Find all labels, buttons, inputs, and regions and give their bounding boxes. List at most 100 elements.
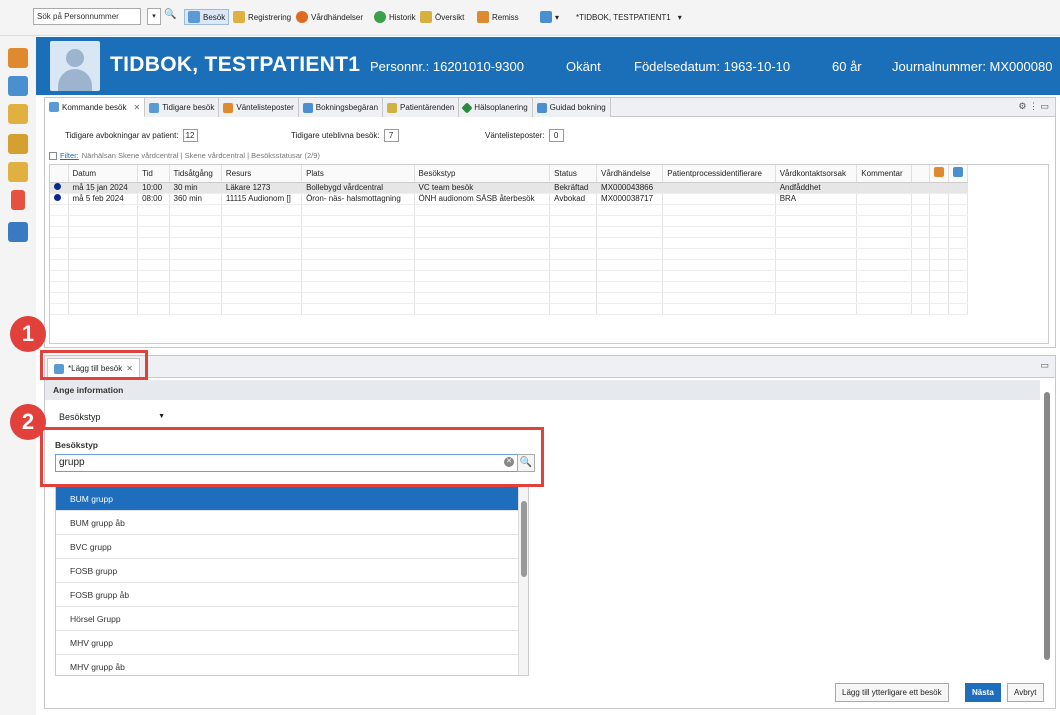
list-item[interactable]: MHV grupp åb [56,655,520,675]
tab-tidigare-besok[interactable]: Tidigare besök [145,98,220,117]
cancel-button[interactable]: Avbryt [1007,683,1044,702]
table-row [50,248,968,260]
gender: Okänt [566,59,601,74]
col-header[interactable] [50,165,69,183]
top-toolbar: Sök på Personnummer ▾ 🔍 Besök Registreri… [0,0,1060,36]
overview-icon [420,11,432,23]
grid-menu-icon[interactable] [8,222,28,242]
col-header[interactable]: Status [549,165,598,183]
open-patient-tab[interactable]: *TIDBOK, TESTPATIENT1 ▾ [576,10,682,24]
table-row [50,226,968,238]
col-header[interactable]: Tid [137,165,170,183]
uteblivna-stat: Tidigare uteblivna besök: 7 [291,129,399,142]
pencil-icon [233,11,245,23]
visits-tabbar: Kommande besök ✕ Tidigare besök Väntelis… [45,98,1055,117]
birthdate: Födelsedatum: 1963-10-10 [634,59,791,74]
list-icon [223,102,234,113]
add-another-visit-button[interactable]: Lägg till ytterligare ett besök [835,683,949,702]
calendar-icon [149,102,160,113]
patient-schedule-icon[interactable] [8,76,28,96]
list-item[interactable]: BUM grupp [56,487,520,511]
col-header[interactable]: Plats [301,165,415,183]
col-header[interactable]: Vårdhändelse [596,165,664,183]
highlight-box-2 [40,427,544,487]
visits-table: Datum Tid Tidsåtgång Resurs Plats Besöks… [49,164,1049,344]
plan-icon [461,101,473,114]
calendar-icon [188,11,200,23]
toolbar-registrering-button[interactable]: Registrering [233,10,291,24]
toolbar-more-button[interactable]: ▾ [540,10,559,24]
calendar-icon [49,102,59,112]
history-icon [374,11,386,23]
highlight-box-1 [40,350,148,380]
table-row [50,259,968,271]
table-row [50,270,968,282]
tab-kommande-besok[interactable]: Kommande besök ✕ [45,98,146,117]
alert-icon[interactable] [11,190,25,210]
search-icon[interactable]: 🔍 [164,9,178,23]
tools-icon [540,11,552,23]
list-item[interactable]: Hörsel Grupp [56,607,520,631]
list-item[interactable]: FOSB grupp åb [56,583,520,607]
besokstyp-options-list: BUM grupp BUM grupp åb BVC grupp FOSB gr… [55,486,529,676]
col-header[interactable]: Kommentar [856,165,912,183]
table-row [50,281,968,293]
calendar-icon[interactable] [948,165,968,183]
case-icon [387,102,398,113]
pane-controls[interactable]: ⚙ ⋮ ▭ [1018,101,1049,112]
callout-badge-2: 2 [10,404,46,440]
filter-checkbox[interactable] [49,151,57,160]
vantelista-stat: Väntelisteposter: 0 [485,129,564,142]
avatar [50,41,100,91]
col-header[interactable]: Tidsåtgång [169,165,222,183]
col-header[interactable]: Resurs [221,165,303,183]
clipboard-icon[interactable] [8,134,28,154]
status-dot [54,194,61,201]
maximize-icon[interactable]: ▭ [1040,360,1049,371]
next-button[interactable]: Nästa [965,683,1001,702]
message-icon[interactable] [8,162,28,182]
list-item[interactable]: BVC grupp [56,535,520,559]
tab-halsoplanering[interactable]: Hälsoplanering [459,98,533,117]
tab-guidad-bokning[interactable]: Guidad bokning [532,98,611,117]
document-icon[interactable] [8,104,28,124]
col-header[interactable]: Besökstyp [414,165,551,183]
list-item[interactable]: BUM grupp åb [56,511,520,535]
table-row [50,303,968,315]
search-dropdown-button[interactable]: ▾ [147,8,161,25]
toolbar-historik-button[interactable]: Historik [374,10,416,24]
tab-bokningsbegaran[interactable]: Bokningsbegäran [298,98,384,117]
tab-vantelisteposter[interactable]: Väntelisteposter [219,98,299,117]
personnummer: Personnr.: 16201010-9300 [370,59,524,74]
avbokningar-stat: Tidigare avbokningar av patient: 12 [65,129,198,142]
toolbar-besok-button[interactable]: Besök [184,9,230,25]
filter-link[interactable]: Filter: [60,151,79,160]
list-item[interactable]: MHV grupp [56,631,520,655]
list-item[interactable]: FOSB grupp [56,559,520,583]
pane-scrollbar[interactable] [1042,380,1052,676]
booking-icon [302,102,313,113]
guided-icon [536,102,547,113]
toolbar-remiss-button[interactable]: Remiss [477,10,519,24]
toolbar-oversikt-button[interactable]: Översikt [420,10,464,24]
patient-icon[interactable] [8,48,28,68]
close-icon[interactable]: ✕ [133,103,140,112]
section-header: Ange information [45,380,1040,400]
personnummer-search-input[interactable]: Sök på Personnummer [33,8,141,25]
table-row [50,237,968,249]
table-row[interactable]: må 5 feb 2024 08:00 360 min 11115 Audion… [50,193,968,205]
table-row[interactable]: må 15 jan 2024 10:00 30 min Läkare 1273 … [50,182,968,194]
filter-row: Filter: Närhälsan Skene vårdcentral | Sk… [49,151,320,160]
add-visit-pane: *Lägg till besök ✕ ▭ Ange information Be… [44,355,1056,709]
users-icon[interactable] [929,165,949,183]
col-header[interactable] [911,165,930,183]
event-icon [296,11,308,23]
field-type-select[interactable]: Besökstyp ▼ [55,408,169,426]
col-header[interactable]: Datum [68,165,139,183]
col-header[interactable]: Patientprocessidentifierare [662,165,776,183]
toolbar-vardhandelser-button[interactable]: Vårdhändelser [296,10,363,24]
col-header[interactable]: Vårdkontaktsorsak [775,165,858,183]
options-scrollbar[interactable] [518,487,528,675]
tab-patientarenden[interactable]: Patientärenden [383,98,460,117]
chevron-down-icon: ▼ [158,413,165,420]
